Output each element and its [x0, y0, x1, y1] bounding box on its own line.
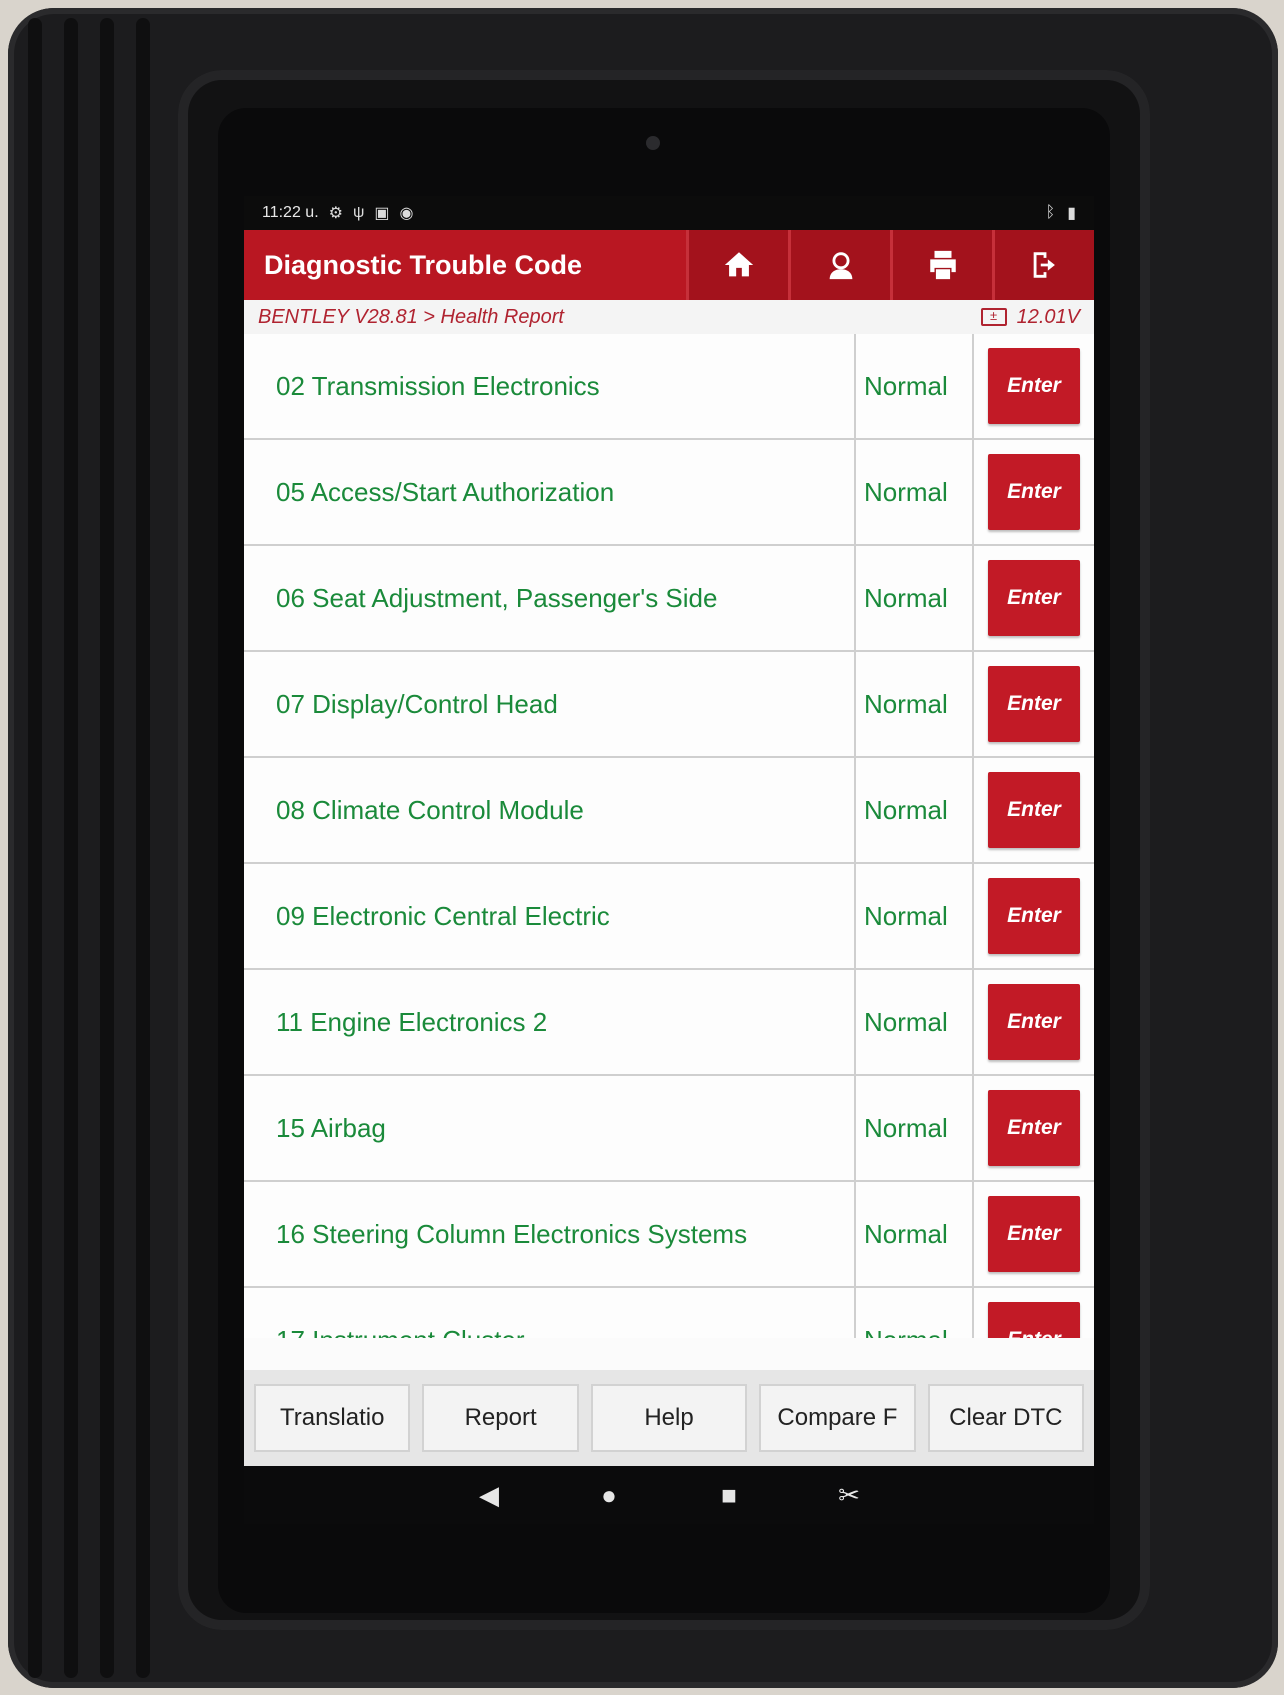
print-icon: [929, 250, 956, 280]
screenshot-icon[interactable]: ✂: [834, 1480, 864, 1511]
table-row: 08 Climate Control Module Normal Enter: [244, 758, 1094, 864]
system-status: Normal: [856, 652, 974, 756]
car-battery-icon: ±: [980, 308, 1007, 326]
system-name: 17 Instrument Cluster: [244, 1288, 856, 1338]
table-row: 09 Electronic Central Electric Normal En…: [244, 864, 1094, 970]
status-bar: 11:22 u. ⚙ ψ ▣ ◉ ᛒ ▮: [244, 196, 1094, 230]
system-name: 07 Display/Control Head: [244, 652, 856, 756]
title-bar: Diagnostic Trouble Code: [244, 230, 1094, 300]
bluetooth-icon: ᛒ: [1045, 204, 1056, 221]
app-screen: 11:22 u. ⚙ ψ ▣ ◉ ᛒ ▮ Diagnostic Trouble …: [244, 196, 1094, 1466]
enter-button[interactable]: Enter: [988, 1196, 1080, 1272]
user-icon: [829, 252, 852, 280]
sync-icon: ◉: [399, 205, 414, 222]
status-time: 11:22 u.: [262, 204, 319, 221]
system-status: Normal: [856, 546, 974, 650]
print-button[interactable]: [890, 230, 992, 300]
exit-icon: [1033, 252, 1055, 278]
translation-button[interactable]: Translatio: [254, 1384, 411, 1452]
enter-button[interactable]: Enter: [988, 984, 1080, 1060]
system-status: Normal: [856, 758, 974, 862]
battery-voltage: ± 12.01V: [980, 305, 1080, 329]
enter-button[interactable]: Enter: [988, 878, 1080, 954]
front-camera: [646, 136, 660, 150]
breadcrumb-path: BENTLEY V28.81 > Health Report: [258, 305, 564, 328]
system-name: 09 Electronic Central Electric: [244, 864, 856, 968]
breadcrumb: BENTLEY V28.81 > Health Report ± 12.01V: [244, 300, 1094, 334]
system-status: Normal: [856, 440, 974, 544]
table-row: 07 Display/Control Head Normal Enter: [244, 652, 1094, 758]
system-name: 15 Airbag: [244, 1076, 856, 1180]
table-row: 06 Seat Adjustment, Passenger's Side Nor…: [244, 546, 1094, 652]
enter-button[interactable]: Enter: [988, 560, 1080, 636]
recents-icon[interactable]: ■: [714, 1480, 744, 1511]
system-status: Normal: [856, 334, 974, 438]
enter-button[interactable]: Enter: [988, 666, 1080, 742]
android-nav-bar: ◀ ● ■ ✂: [244, 1466, 1094, 1524]
table-row: 11 Engine Electronics 2 Normal Enter: [244, 970, 1094, 1076]
device-grip-ribs: [28, 18, 168, 1678]
image-icon: ▣: [374, 205, 390, 222]
system-list[interactable]: 02 Transmission Electronics Normal Enter…: [244, 334, 1094, 1338]
back-icon[interactable]: ◀: [474, 1480, 504, 1511]
usb-icon: ψ: [352, 204, 365, 221]
system-name: 05 Access/Start Authorization: [244, 440, 856, 544]
system-name: 08 Climate Control Module: [244, 758, 856, 862]
bottom-action-bar: Translatio Report Help Compare F Clear D…: [244, 1370, 1094, 1466]
page-title: Diagnostic Trouble Code: [264, 249, 583, 280]
home-nav-icon[interactable]: ●: [594, 1480, 624, 1511]
home-button[interactable]: [686, 230, 788, 300]
user-button[interactable]: [788, 230, 890, 300]
enter-button[interactable]: Enter: [988, 772, 1080, 848]
table-row: 05 Access/Start Authorization Normal Ent…: [244, 440, 1094, 546]
table-row: 16 Steering Column Electronics Systems N…: [244, 1182, 1094, 1288]
system-name: 16 Steering Column Electronics Systems: [244, 1182, 856, 1286]
system-name: 02 Transmission Electronics: [244, 334, 856, 438]
enter-button[interactable]: Enter: [988, 1302, 1080, 1338]
clear-dtc-button[interactable]: Clear DTC: [927, 1384, 1085, 1452]
system-status: Normal: [856, 864, 974, 968]
system-status: Normal: [856, 1076, 974, 1180]
voltage-value: 12.01V: [1016, 305, 1080, 328]
table-row: 02 Transmission Electronics Normal Enter: [244, 334, 1094, 440]
system-name: 06 Seat Adjustment, Passenger's Side: [244, 546, 856, 650]
system-name: 11 Engine Electronics 2: [244, 970, 856, 1074]
enter-button[interactable]: Enter: [988, 1090, 1080, 1166]
table-row: 17 Instrument Cluster Normal Enter: [244, 1288, 1094, 1338]
report-button[interactable]: Report: [422, 1384, 579, 1452]
battery-icon: ▮: [1067, 205, 1076, 222]
enter-button[interactable]: Enter: [988, 348, 1080, 424]
compare-button[interactable]: Compare F: [759, 1384, 916, 1452]
exit-button[interactable]: [992, 230, 1094, 300]
enter-button[interactable]: Enter: [988, 454, 1080, 530]
system-status: Normal: [856, 1288, 974, 1338]
system-status: Normal: [856, 970, 974, 1074]
system-status: Normal: [856, 1182, 974, 1286]
help-button[interactable]: Help: [590, 1384, 748, 1452]
settings-icon: ⚙: [328, 205, 343, 222]
home-icon: [724, 252, 753, 277]
table-row: 15 Airbag Normal Enter: [244, 1076, 1094, 1182]
